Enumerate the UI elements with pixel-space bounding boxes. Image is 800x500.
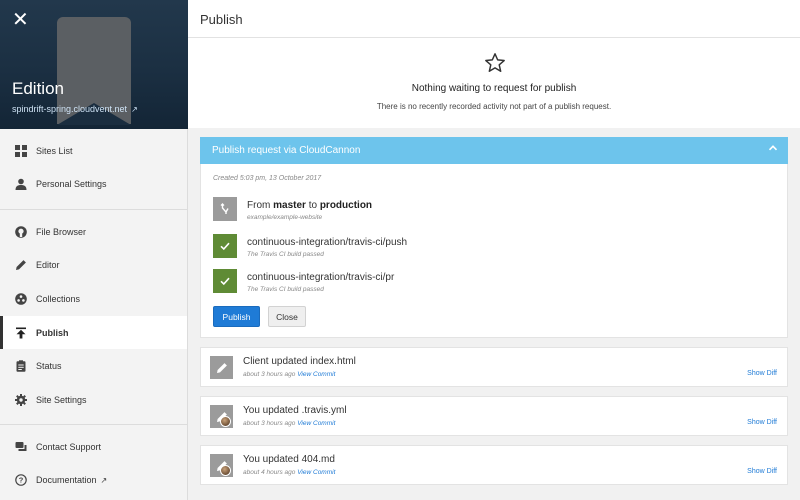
pencil-icon [210,356,233,379]
check-status: The Travis CI build passed [247,286,324,293]
collections-icon [14,292,27,305]
publish-request-title: Publish request via CloudCannon [212,145,361,156]
person-icon [14,178,27,191]
sidebar-item-label: Editor [36,260,60,271]
avatar [220,416,231,427]
help-icon: ? [14,474,27,487]
nav-bottom: Contact Support ? Documentation ↗ [0,430,187,497]
check-icon [213,234,237,258]
source-branch: master [273,200,306,211]
commit-item: Client updated index.html about 3 hours … [200,347,788,387]
commit-title: Client updated index.html [243,356,356,367]
star-icon [485,53,505,72]
sidebar-item-label: Publish [36,327,69,338]
sidebar-item-label: Personal Settings [36,179,107,190]
show-diff-link[interactable]: Show Diff [747,419,777,426]
check-name: continuous-integration/travis-ci/pr [247,272,395,283]
clipboard-icon [14,360,27,373]
nav-divider [0,424,187,425]
check-icon [213,269,237,293]
repo-name: example/example-website [247,214,323,221]
commit-meta: about 3 hours ago View Commit [243,371,335,378]
sidebar-item-label: Site Settings [36,394,87,405]
empty-state-subtitle: There is no recently recorded activity n… [376,102,612,111]
sidebar-item-label: File Browser [36,226,87,237]
commit-meta: about 3 hours ago View Commit [243,420,335,427]
merge-row: From master to production example/exampl… [213,197,773,223]
commit-item: You updated .travis.yml about 3 hours ag… [200,396,788,436]
site-url-text: spindrift-spring.cloudvent.net [12,104,128,114]
check-name: continuous-integration/travis-ci/push [247,237,408,248]
github-icon [14,225,27,238]
merge-prefix: From [247,200,274,211]
merge-middle: to [305,200,320,211]
close-button[interactable]: Close [268,306,306,327]
nav-main: File Browser Editor Collections Publish … [0,215,187,417]
sidebar-item-label: Status [36,361,62,372]
avatar [220,465,231,476]
page-title: Publish [200,12,243,27]
close-icon[interactable]: ✕ [12,10,29,30]
sidebar-item-personal-settings[interactable]: Personal Settings [0,168,187,202]
commit-meta: about 4 hours ago View Commit [243,469,335,476]
view-commit-link[interactable]: View Commit [297,371,335,378]
empty-state-title: Nothing waiting to request for publish [411,83,577,94]
view-commit-link[interactable]: View Commit [297,420,335,427]
show-diff-link[interactable]: Show Diff [747,468,777,475]
site-url-link[interactable]: spindrift-spring.cloudvent.net ↗ [12,104,138,114]
sidebar-item-label: Collections [36,293,81,304]
sidebar-item-sites-list[interactable]: Sites List [0,134,187,168]
pencil-icon [14,259,27,272]
view-commit-link[interactable]: View Commit [297,469,335,476]
sidebar-item-collections[interactable]: Collections [0,282,187,316]
commit-title: You updated 404.md [243,454,335,465]
publish-request-body: Created 5:03 pm, 13 October 2017 From ma… [200,164,788,338]
sidebar-item-file-browser[interactable]: File Browser [0,215,187,249]
merge-icon [213,197,237,221]
sidebar-item-contact-support[interactable]: Contact Support [0,430,187,464]
chevron-up-icon[interactable] [768,143,778,156]
svg-text:?: ? [18,476,23,485]
sidebar-item-label: Contact Support [36,441,102,452]
site-name: Edition [12,79,64,98]
gear-icon [14,393,27,406]
sidebar-item-documentation[interactable]: ? Documentation ↗ [0,464,187,498]
sidebar-item-site-settings[interactable]: Site Settings [0,383,187,417]
commit-time: about 3 hours ago [243,371,296,378]
grid-icon [14,144,27,157]
check-row: continuous-integration/travis-ci/pr The … [213,269,773,295]
merge-description: From master to production [247,200,372,211]
sidebar: ✕ Edition spindrift-spring.cloudvent.net… [0,0,188,500]
sidebar-item-publish[interactable]: Publish [0,315,187,350]
external-link-icon: ↗ [100,475,108,485]
commit-item: You updated 404.md about 4 hours ago Vie… [200,445,788,485]
sidebar-item-label: Sites List [36,145,73,156]
check-status: The Travis CI build passed [247,251,324,258]
commit-time: about 3 hours ago [243,420,296,427]
external-link-icon: ↗ [131,105,138,114]
sidebar-item-label: Documentation [36,475,97,486]
show-diff-link[interactable]: Show Diff [747,370,777,377]
check-row: continuous-integration/travis-ci/push Th… [213,234,773,260]
publish-request-header[interactable]: Publish request via CloudCannon [200,137,788,164]
publish-button[interactable]: Publish [213,306,260,327]
created-timestamp: Created 5:03 pm, 13 October 2017 [213,175,322,182]
empty-state: Nothing waiting to request for publish T… [188,38,800,128]
commit-time: about 4 hours ago [243,469,296,476]
top-bar: Publish [188,0,800,38]
site-header: ✕ Edition spindrift-spring.cloudvent.net… [0,0,188,129]
target-branch: production [319,200,373,211]
upload-icon [14,326,27,339]
commit-title: You updated .travis.yml [243,405,347,416]
chat-icon [14,440,27,453]
sidebar-item-editor[interactable]: Editor [0,249,187,283]
nav-divider [0,209,187,210]
sidebar-item-status[interactable]: Status [0,349,187,383]
nav-top: Sites List Personal Settings [0,134,187,201]
